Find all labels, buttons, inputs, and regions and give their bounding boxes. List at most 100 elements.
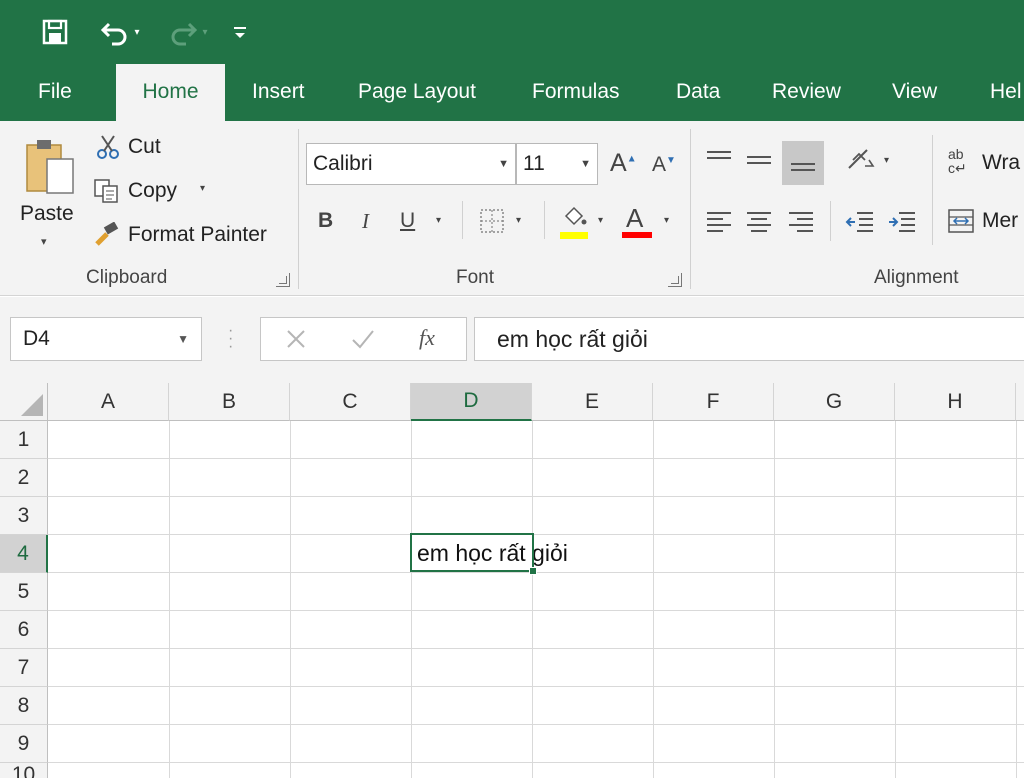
save-icon[interactable] [36, 12, 74, 52]
align-top-icon[interactable] [704, 145, 734, 173]
row-header-2[interactable]: 2 [0, 459, 48, 497]
column-header-c[interactable]: C [290, 383, 411, 421]
row-header-3[interactable]: 3 [0, 497, 48, 535]
customize-qat-icon[interactable] [228, 12, 252, 52]
undo-icon[interactable]: ▾ [92, 12, 148, 52]
row-header-8[interactable]: 8 [0, 687, 48, 725]
name-box[interactable]: D4 ▼ [10, 317, 202, 361]
font-color-dropdown-icon[interactable]: ▾ [664, 215, 669, 226]
active-cell-d4[interactable] [410, 533, 534, 572]
clipboard-launcher-icon[interactable] [276, 273, 290, 287]
name-box-value: D4 [23, 327, 50, 350]
fill-color-icon[interactable] [558, 201, 590, 241]
italic-button[interactable]: I [362, 209, 369, 234]
select-all-button[interactable] [0, 383, 48, 421]
tab-data[interactable]: Data [654, 64, 742, 121]
fill-color-dropdown-icon[interactable]: ▾ [598, 215, 603, 226]
chevron-down-icon: ▼ [580, 158, 591, 170]
tab-help[interactable]: Hel [968, 64, 1024, 121]
font-size-select[interactable]: 11 ▼ [516, 143, 598, 185]
grow-font-label: A [610, 149, 627, 177]
column-header-partial[interactable] [1016, 383, 1024, 421]
clipboard-group-label: Clipboard [86, 267, 168, 288]
tab-formulas[interactable]: Formulas [510, 64, 642, 121]
row-header-6[interactable]: 6 [0, 611, 48, 649]
gridline [48, 648, 1024, 649]
worksheet-grid: A B C D E F G H 1 2 3 4 5 6 7 8 9 10 em … [0, 383, 1024, 778]
chevron-down-icon[interactable]: ▼ [177, 318, 189, 360]
underline-dropdown-icon[interactable]: ▾ [436, 215, 441, 226]
paste-icon[interactable] [22, 135, 78, 201]
column-header-d[interactable]: D [411, 383, 532, 421]
orientation-dropdown-icon[interactable]: ▾ [884, 155, 889, 166]
column-header-f[interactable]: F [653, 383, 774, 421]
tab-view[interactable]: View [870, 64, 959, 121]
column-header-b[interactable]: B [169, 383, 290, 421]
column-header-g[interactable]: G [774, 383, 895, 421]
group-separator [462, 201, 463, 239]
enter-icon[interactable] [349, 326, 377, 352]
cut-button[interactable]: Cut [128, 135, 161, 159]
font-launcher-icon[interactable] [668, 273, 682, 287]
shrink-font-button[interactable]: A▼ [652, 153, 676, 177]
grow-font-button[interactable]: A▲ [610, 149, 637, 178]
bold-button[interactable]: B [318, 209, 333, 233]
copy-icon [92, 177, 122, 205]
cancel-icon[interactable] [283, 326, 309, 352]
formula-bar-grip-icon[interactable]: · · · [228, 323, 233, 355]
copy-button[interactable]: Copy [128, 179, 177, 203]
group-separator [690, 129, 691, 289]
gridline [48, 610, 1024, 611]
format-painter-button[interactable]: Format Painter [128, 223, 267, 247]
borders-dropdown-icon[interactable]: ▾ [516, 215, 521, 226]
copy-dropdown-icon[interactable]: ▾ [200, 183, 205, 194]
chevron-down-icon: ▼ [498, 158, 509, 170]
merge-center-icon [946, 207, 976, 235]
tab-home[interactable]: Home [116, 64, 225, 121]
row-header-5[interactable]: 5 [0, 573, 48, 611]
tab-page-layout[interactable]: Page Layout [336, 64, 498, 121]
gridline [48, 534, 1024, 535]
align-right-icon[interactable] [786, 207, 816, 235]
row-header-10[interactable]: 10 [0, 763, 48, 778]
fill-handle[interactable] [529, 567, 537, 575]
font-family-select[interactable]: Calibri ▼ [306, 143, 516, 185]
underline-button[interactable]: U [400, 209, 415, 233]
gridline [48, 762, 1024, 763]
shrink-font-label: A [652, 153, 667, 176]
redo-icon[interactable]: ▾ [160, 12, 216, 52]
merge-center-button[interactable]: Mer [982, 209, 1018, 233]
row-header-7[interactable]: 7 [0, 649, 48, 687]
column-header-a[interactable]: A [48, 383, 169, 421]
row-header-1[interactable]: 1 [0, 421, 48, 459]
increase-indent-icon[interactable] [886, 207, 918, 235]
group-separator [932, 135, 933, 245]
tab-insert[interactable]: Insert [230, 64, 327, 121]
tab-review[interactable]: Review [750, 64, 863, 121]
formula-input[interactable]: em học rất giỏi [474, 317, 1024, 361]
gridline [48, 686, 1024, 687]
borders-icon[interactable] [478, 207, 506, 235]
align-left-icon[interactable] [704, 207, 734, 235]
font-group-label: Font [456, 267, 495, 288]
title-bar: ▾ ▾ [0, 0, 1024, 64]
ribbon-tabs: File Home Insert Page Layout Formulas Da… [0, 64, 1024, 121]
tab-file[interactable]: File [16, 64, 94, 121]
row-header-4[interactable]: 4 [0, 535, 48, 573]
align-center-icon[interactable] [744, 207, 774, 235]
paste-dropdown-icon[interactable]: ▾ [41, 235, 47, 248]
wrap-text-button[interactable]: Wra [982, 151, 1020, 175]
font-color-button[interactable]: A [626, 203, 643, 234]
column-header-e[interactable]: E [532, 383, 653, 421]
insert-function-button[interactable]: fx [419, 325, 435, 351]
group-separator [298, 129, 299, 289]
column-header-h[interactable]: H [895, 383, 1016, 421]
paste-button[interactable]: Paste [20, 202, 74, 226]
ribbon: Paste ▾ Cut Copy ▾ Format Painter Clipbo… [0, 121, 1024, 296]
orientation-icon[interactable] [844, 145, 878, 175]
decrease-indent-icon[interactable] [844, 207, 876, 235]
row-header-9[interactable]: 9 [0, 725, 48, 763]
align-bottom-icon[interactable] [782, 141, 824, 185]
align-middle-icon[interactable] [744, 145, 774, 173]
group-separator [544, 201, 545, 239]
